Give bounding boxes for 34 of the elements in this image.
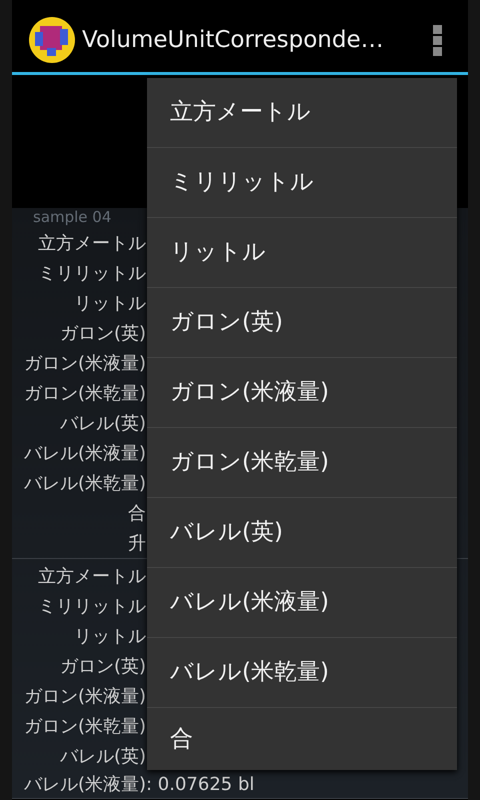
unit-label: 立方メートル: [37, 232, 146, 256]
unit-label: バレル(米液量): [22, 773, 146, 797]
unit-label: 立方メートル: [37, 564, 146, 588]
unit-label: ガロン(米液量): [22, 684, 146, 708]
unit-label: ガロン(米乾量): [22, 382, 146, 406]
unit-label: リットル: [73, 624, 146, 648]
menu-item[interactable]: ミリリットル: [147, 148, 457, 218]
unit-label: 合: [127, 502, 146, 526]
unit-label: バレル(英): [58, 744, 146, 768]
menu-item[interactable]: 合: [147, 708, 457, 770]
app-title: VolumeUnitCorresponde…: [82, 26, 384, 55]
menu-item[interactable]: ガロン(英): [147, 288, 457, 358]
unit-label: バレル(英): [58, 412, 146, 436]
sample-caption: sample 04: [32, 208, 112, 226]
menu-item[interactable]: ガロン(米乾量): [147, 428, 457, 498]
unit-label: リットル: [73, 292, 146, 316]
overflow-menu-icon[interactable]: [433, 24, 442, 56]
unit-label: ガロン(米乾量): [22, 714, 146, 738]
unit-value: : 0.07625 bl: [146, 773, 254, 797]
menu-item[interactable]: リットル: [147, 218, 457, 288]
app-icon[interactable]: [29, 17, 75, 63]
menu-item[interactable]: バレル(米液量): [147, 568, 457, 638]
unit-label: 升: [127, 532, 146, 556]
menu-item[interactable]: ガロン(米液量): [147, 358, 457, 428]
unit-label: ミリリットル: [37, 594, 146, 618]
menu-item[interactable]: 立方メートル: [147, 78, 457, 148]
unit-label: バレル(米乾量): [22, 472, 146, 496]
menu-item[interactable]: バレル(英): [147, 498, 457, 568]
unit-label: バレル(米液量): [22, 442, 146, 466]
unit-label: ガロン(英): [58, 322, 146, 346]
unit-label: ガロン(米液量): [22, 352, 146, 376]
unit-label: ガロン(英): [58, 654, 146, 678]
menu-item[interactable]: バレル(米乾量): [147, 638, 457, 708]
unit-label: ミリリットル: [37, 262, 146, 286]
